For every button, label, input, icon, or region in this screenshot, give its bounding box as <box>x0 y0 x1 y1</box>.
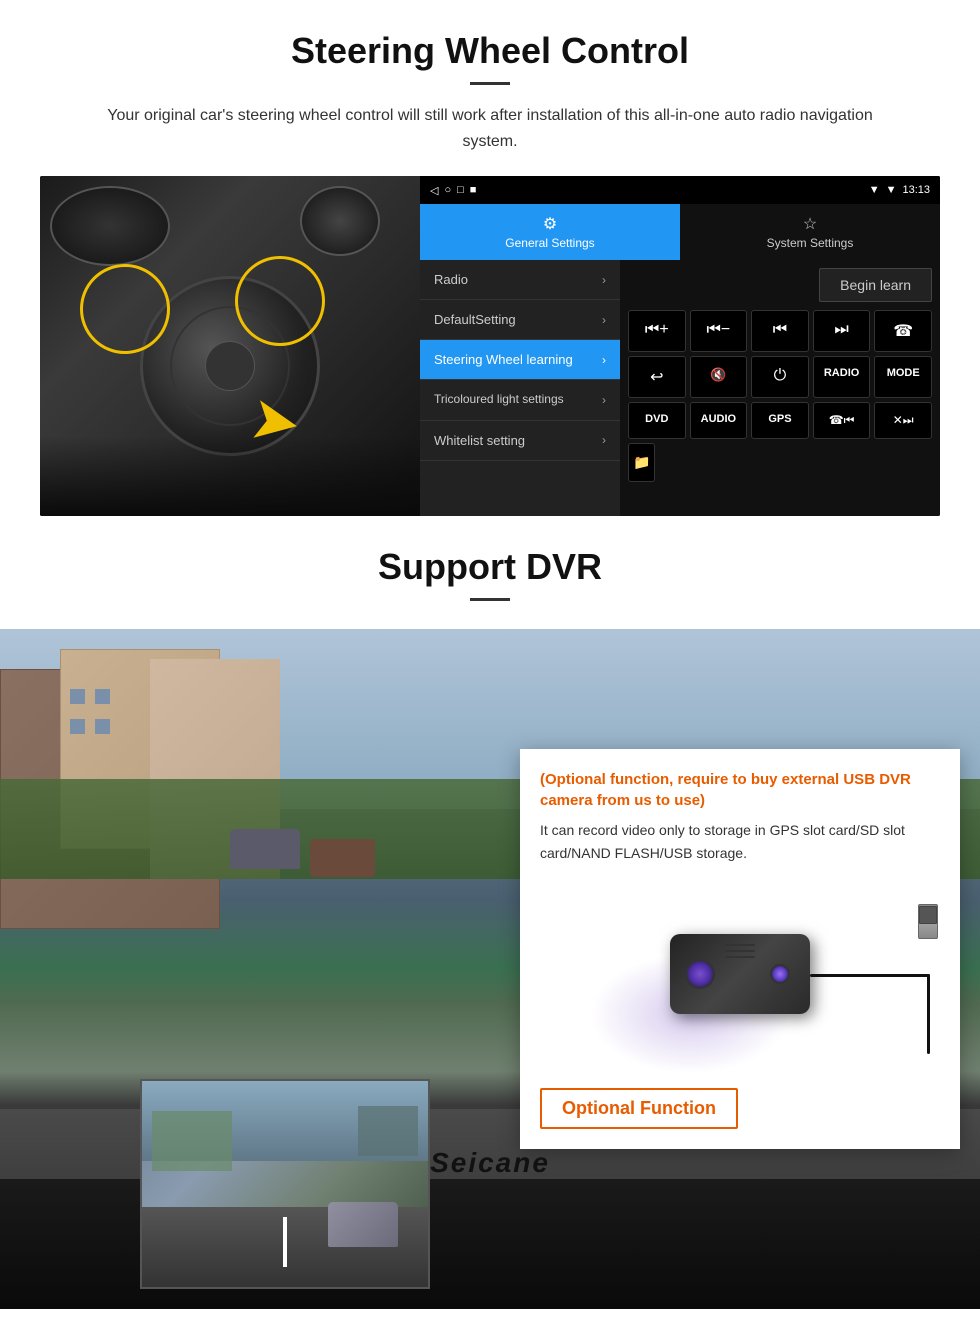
chevron-right-icon: › <box>602 393 606 407</box>
nav-home-icon: ○ <box>444 184 451 196</box>
signal-icon: ▼ <box>869 184 880 196</box>
dvr-optional-notice: (Optional function, require to buy exter… <box>540 769 940 811</box>
right-control-circle <box>235 256 325 346</box>
title-divider <box>470 82 510 85</box>
menu-item-whitelist[interactable]: Whitelist setting › <box>420 421 620 461</box>
car-composite: ➤ ◁ ○ □ ■ ▼ ▼ 13:13 <box>40 176 940 516</box>
ctrl-mode[interactable]: MODE <box>874 356 932 398</box>
ctrl-radio[interactable]: RADIO <box>813 356 871 398</box>
panel-body: Radio › DefaultSetting › Steering Wheel … <box>420 260 940 516</box>
menu-item-defaultsetting[interactable]: DefaultSetting › <box>420 300 620 340</box>
android-statusbar: ◁ ○ □ ■ ▼ ▼ 13:13 <box>420 176 940 204</box>
chevron-right-icon: › <box>602 273 606 287</box>
ctrl-power[interactable]: ⏻ <box>751 356 809 398</box>
ctrl-dvd[interactable]: DVD <box>628 402 686 439</box>
begin-learn-button[interactable]: Begin learn <box>819 268 932 302</box>
dvr-title: Support DVR <box>40 546 940 588</box>
menu-item-radio[interactable]: Radio › <box>420 260 620 300</box>
general-settings-icon: ⚙ <box>425 214 675 234</box>
steering-section: Steering Wheel Control Your original car… <box>0 0 980 516</box>
ctrl-next[interactable]: ⏭ <box>813 310 871 352</box>
control-buttons-grid: ⏮+ ⏮− ⏮ ⏭ ☎ ↩ 🔇 ⏻ RADIO MODE DVD AUDIO <box>628 310 932 439</box>
camera-body <box>670 934 810 1014</box>
ctrl-audio[interactable]: AUDIO <box>690 402 748 439</box>
ctrl-mute[interactable]: 🔇 <box>690 356 748 398</box>
menu-item-tricoloured[interactable]: Tricoloured light settings › <box>420 380 620 421</box>
chevron-right-icon: › <box>602 353 606 367</box>
dvr-section: Support DVR <box>0 516 980 1309</box>
dvr-camera-image <box>540 874 940 1074</box>
time-display: 13:13 <box>902 184 930 196</box>
settings-menu: Radio › DefaultSetting › Steering Wheel … <box>420 260 620 516</box>
dvr-preview-inset <box>140 1079 430 1289</box>
dvr-title-area: Support DVR <box>0 516 980 629</box>
dvr-title-divider <box>470 598 510 601</box>
ctrl-folder[interactable]: 📁 <box>628 443 655 482</box>
chevron-right-icon: › <box>602 433 606 447</box>
menu-item-steering-learning[interactable]: Steering Wheel learning › <box>420 340 620 380</box>
ctrl-hangup[interactable]: ↩ <box>628 356 686 398</box>
ctrl-mute-next[interactable]: ✕⏭ <box>874 402 932 439</box>
settings-tabs: ⚙ General Settings ☆ System Settings <box>420 204 940 260</box>
tab-general-settings[interactable]: ⚙ General Settings <box>420 204 680 260</box>
nav-back-icon: ◁ <box>430 184 438 197</box>
ctrl-gps[interactable]: GPS <box>751 402 809 439</box>
statusbar-right-icons: ▼ ▼ 13:13 <box>869 184 930 196</box>
dvr-image-area: (Optional function, require to buy exter… <box>0 629 980 1309</box>
control-panel: Begin learn ⏮+ ⏮− ⏮ ⏭ ☎ ↩ 🔇 ⏻ RADIO <box>620 260 940 516</box>
statusbar-left-icons: ◁ ○ □ ■ <box>430 184 476 197</box>
chevron-right-icon: › <box>602 313 606 327</box>
section-subtitle: Your original car's steering wheel contr… <box>80 103 900 154</box>
ctrl-prev[interactable]: ⏮ <box>751 310 809 352</box>
page-title: Steering Wheel Control <box>40 30 940 72</box>
begin-learn-row: Begin learn <box>628 268 932 302</box>
inset-road-line <box>283 1217 287 1267</box>
camera-lens-icon <box>685 959 715 989</box>
optional-function-badge: Optional Function <box>540 1088 738 1129</box>
seicane-brand: Seicane <box>430 1147 550 1179</box>
android-panel: ◁ ○ □ ■ ▼ ▼ 13:13 ⚙ General Settings <box>420 176 940 516</box>
left-control-circle <box>80 264 170 354</box>
dvr-info-card: (Optional function, require to buy exter… <box>520 749 960 1149</box>
ctrl-phone-prev[interactable]: ☎⏮ <box>813 402 871 439</box>
tab-system-settings[interactable]: ☆ System Settings <box>680 204 940 260</box>
wifi-icon: ▼ <box>886 184 897 196</box>
nav-menu-icon: ■ <box>470 184 477 196</box>
ctrl-vol-down[interactable]: ⏮− <box>690 310 748 352</box>
nav-recent-icon: □ <box>457 184 464 196</box>
camera-lens2-icon <box>770 964 790 984</box>
ctrl-phone[interactable]: ☎ <box>874 310 932 352</box>
ctrl-vol-up[interactable]: ⏮+ <box>628 310 686 352</box>
dvr-description: It can record video only to storage in G… <box>540 819 940 864</box>
steering-wheel-photo: ➤ <box>40 176 420 516</box>
system-settings-icon: ☆ <box>685 214 935 234</box>
